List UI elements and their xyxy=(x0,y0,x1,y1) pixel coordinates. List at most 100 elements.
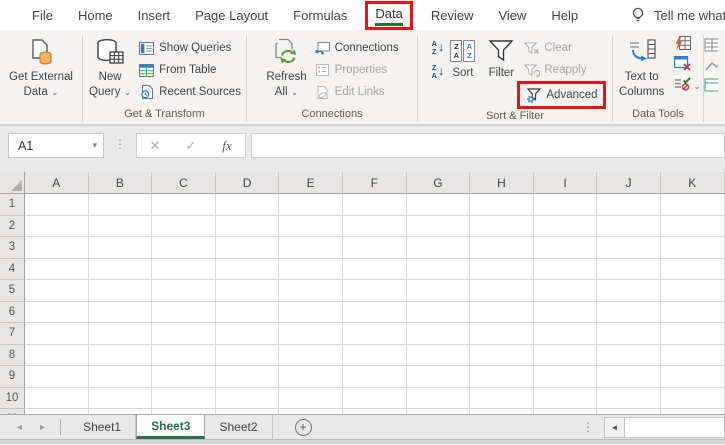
grid-cell[interactable] xyxy=(660,194,725,216)
sort-ascending-button[interactable]: AZ ↓ xyxy=(431,40,444,56)
grid-cell[interactable] xyxy=(406,409,471,414)
data-validation-button[interactable]: ⌄ xyxy=(674,76,701,94)
grid-cell[interactable] xyxy=(406,215,471,237)
grid-cell[interactable] xyxy=(342,280,407,302)
grid-cell[interactable] xyxy=(660,215,725,237)
grid-cell[interactable] xyxy=(342,409,407,414)
grid-cell[interactable] xyxy=(533,366,598,388)
grid-cell[interactable] xyxy=(406,237,471,259)
grid-cell[interactable] xyxy=(597,301,661,323)
grid-cell[interactable] xyxy=(25,258,89,280)
grid-cell[interactable] xyxy=(597,366,661,388)
grid-cell[interactable] xyxy=(25,301,89,323)
column-header[interactable]: B xyxy=(88,172,153,194)
grid-cell[interactable] xyxy=(660,258,725,280)
grid-cell[interactable] xyxy=(342,237,407,259)
grid-cell[interactable] xyxy=(25,237,89,259)
grid-cell[interactable] xyxy=(279,344,343,366)
enter-button[interactable]: ✓ xyxy=(173,138,209,154)
grid-cell[interactable] xyxy=(342,366,407,388)
grid-cell[interactable] xyxy=(279,194,343,216)
column-header[interactable]: H xyxy=(470,172,534,194)
grid-cell[interactable] xyxy=(152,194,216,216)
grid-cell[interactable] xyxy=(88,280,153,302)
column-header[interactable]: I xyxy=(533,172,598,194)
grid-cell[interactable] xyxy=(215,323,280,345)
grid-cell[interactable] xyxy=(279,237,343,259)
grid-cell[interactable] xyxy=(88,215,153,237)
grid-cell[interactable] xyxy=(660,301,725,323)
grid-cell[interactable] xyxy=(88,194,153,216)
row-header[interactable]: 10 xyxy=(0,387,25,409)
grid-cell[interactable] xyxy=(88,366,153,388)
row-header[interactable]: 3 xyxy=(0,237,25,259)
grid-cell[interactable] xyxy=(279,366,343,388)
tab-formulas[interactable]: Formulas xyxy=(291,6,349,25)
row-header[interactable]: 4 xyxy=(0,258,25,280)
grid-cell[interactable] xyxy=(660,409,725,414)
grid-cell[interactable] xyxy=(533,344,598,366)
new-query-button[interactable]: New Query ⌄ xyxy=(85,34,135,102)
show-queries-button[interactable]: Show Queries xyxy=(135,37,244,59)
grid-cell[interactable] xyxy=(470,323,534,345)
grid-cell[interactable] xyxy=(88,323,153,345)
grid-cell[interactable] xyxy=(152,387,216,409)
grid-cell[interactable] xyxy=(215,237,280,259)
grid-cell[interactable] xyxy=(279,301,343,323)
row-header[interactable]: 1 xyxy=(0,194,25,216)
grid-cell[interactable] xyxy=(25,409,89,414)
sheet-tab-sheet1[interactable]: Sheet1 xyxy=(69,415,137,439)
scrollbar-track[interactable] xyxy=(624,417,724,437)
column-header[interactable]: J xyxy=(597,172,661,194)
name-box[interactable]: A1 ▾ xyxy=(8,133,104,158)
row-header[interactable]: 7 xyxy=(0,323,25,345)
column-header[interactable]: D xyxy=(215,172,280,194)
grid-cell[interactable] xyxy=(470,258,534,280)
grid-cell[interactable] xyxy=(406,194,471,216)
grid-cell[interactable] xyxy=(406,258,471,280)
grid-cell[interactable] xyxy=(152,280,216,302)
column-header[interactable]: G xyxy=(406,172,471,194)
tab-help[interactable]: Help xyxy=(549,6,580,25)
name-box-dropdown-icon[interactable]: ▾ xyxy=(92,140,97,151)
grid-cell[interactable] xyxy=(342,323,407,345)
grid-cell[interactable] xyxy=(342,387,407,409)
horizontal-scrollbar[interactable]: ◄ xyxy=(604,416,725,438)
grid-cell[interactable] xyxy=(25,344,89,366)
sheet-tab-sheet2[interactable]: Sheet2 xyxy=(205,415,273,439)
grid-cell[interactable] xyxy=(533,323,598,345)
grid-cell[interactable] xyxy=(533,280,598,302)
remove-duplicates-button[interactable] xyxy=(674,55,701,74)
tab-home[interactable]: Home xyxy=(76,6,115,25)
grid-cell[interactable] xyxy=(597,215,661,237)
tab-data[interactable]: Data xyxy=(365,0,413,30)
advanced-filter-button[interactable]: Advanced xyxy=(522,84,600,106)
grid-cell[interactable] xyxy=(88,344,153,366)
grid-cell[interactable] xyxy=(470,366,534,388)
tab-page-layout[interactable]: Page Layout xyxy=(193,6,270,25)
grid-cell[interactable] xyxy=(25,323,89,345)
sheet-nav-right-icon[interactable]: ▸ xyxy=(31,415,54,439)
grid-cell[interactable] xyxy=(25,280,89,302)
grid-cell[interactable] xyxy=(215,409,280,414)
grid-cell[interactable] xyxy=(342,194,407,216)
row-header[interactable]: 9 xyxy=(0,366,25,388)
sort-descending-button[interactable]: ZA ↓ xyxy=(431,63,444,80)
grid-cell[interactable] xyxy=(597,280,661,302)
column-header[interactable]: E xyxy=(279,172,343,194)
sheet-tab-sheet3[interactable]: Sheet3 xyxy=(136,415,206,439)
row-header[interactable]: 8 xyxy=(0,344,25,366)
grid-cell[interactable] xyxy=(406,301,471,323)
grid-cell[interactable] xyxy=(406,366,471,388)
grid-cell[interactable] xyxy=(406,344,471,366)
grid-cell[interactable] xyxy=(279,280,343,302)
grid-cell[interactable] xyxy=(470,344,534,366)
get-external-data-button[interactable]: Get External Data ⌄ xyxy=(5,34,77,102)
grid-cell[interactable] xyxy=(279,387,343,409)
recent-sources-button[interactable]: Recent Sources xyxy=(135,81,244,103)
grid-cell[interactable] xyxy=(152,237,216,259)
sort-button[interactable]: ZA AZ Sort xyxy=(446,34,479,83)
grid-cell[interactable] xyxy=(533,387,598,409)
insert-function-button[interactable]: fx xyxy=(209,138,245,154)
grid-cell[interactable] xyxy=(660,280,725,302)
